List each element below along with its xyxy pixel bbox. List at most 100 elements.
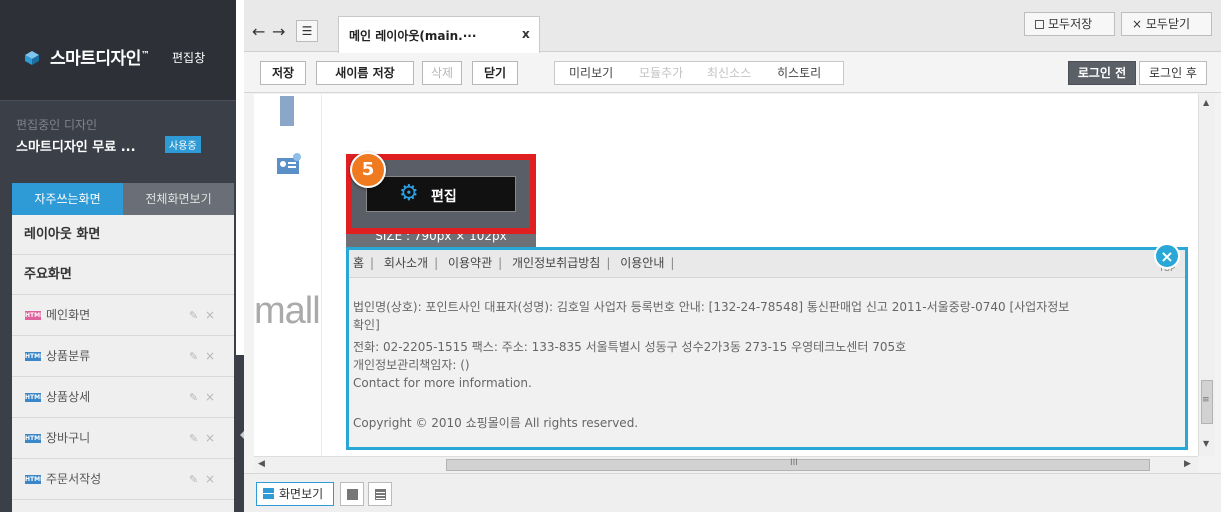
mall-logo-text: mall xyxy=(254,290,321,332)
save-all-button[interactable]: 모두저장 xyxy=(1024,12,1115,36)
html-page-icon: HTML xyxy=(25,352,44,361)
forward-arrow-icon[interactable]: → xyxy=(272,22,285,41)
close-icon[interactable]: × xyxy=(1154,243,1180,269)
footer-module-selected[interactable]: 홈| 회사소개| 이용약관| 개인정보취급방침| 이용안내| TOP 법인명(상… xyxy=(346,247,1188,450)
code-view-button[interactable] xyxy=(368,482,392,506)
sidebar-item-label: 메인화면 xyxy=(46,308,91,322)
edit-pencil-icon[interactable]: ✎ xyxy=(189,336,198,377)
split-view-icon xyxy=(347,489,358,500)
code-view-icon xyxy=(375,489,386,500)
latest-source-button[interactable]: 최신소스 xyxy=(707,62,751,84)
scroll-grip-icon: ≡ xyxy=(1202,395,1210,405)
sidebar-item-detail[interactable]: HTML 상품상세 ✎ × xyxy=(12,377,234,418)
id-card-icon xyxy=(277,153,301,174)
view-screen-button[interactable]: 화면보기 xyxy=(256,482,334,506)
editing-design-name: 스마트디자인 무료 ... xyxy=(16,140,136,155)
scroll-grip-icon: III xyxy=(790,458,798,468)
tab-list-icon[interactable]: ☰ xyxy=(296,20,318,42)
history-button[interactable]: 히스토리 xyxy=(777,62,821,84)
horizontal-scroll-thumb[interactable] xyxy=(446,459,1150,471)
footer-nav-links: 홈| 회사소개| 이용약관| 개인정보취급방침| 이용안내| TOP xyxy=(349,250,1185,278)
footer-link-privacy[interactable]: 개인정보취급방침 xyxy=(512,256,600,270)
footer-link-home[interactable]: 홈 xyxy=(353,256,364,270)
sidebar-item-label: 주문서작성 xyxy=(46,472,102,486)
editor-main: ← → ☰ 메인 레이아웃(main.··· x 모두저장 × 모두닫기 저장 … xyxy=(244,0,1221,512)
app-logo-text: 스마트디자인™ xyxy=(50,49,150,69)
horizontal-scrollbar[interactable]: ◀ III ▶ xyxy=(254,456,1198,473)
delete-icon[interactable]: × xyxy=(205,377,215,418)
editor-toolbar: 저장 새이름 저장 삭제 닫기 미리보기 모듈추가 최신소스 히스토리 로그인 … xyxy=(244,53,1221,93)
sidebar-item-label: 상품분류 xyxy=(46,349,91,363)
preview-left-strip: mall xyxy=(254,94,322,456)
html-page-icon: HTML xyxy=(25,311,44,320)
scroll-right-icon[interactable]: ▶ xyxy=(1184,459,1191,469)
main-screens-header[interactable]: 주요화면 xyxy=(12,255,234,295)
in-use-badge: 사용중 xyxy=(165,136,201,153)
html-page-icon: HTML xyxy=(25,393,44,402)
add-module-button[interactable]: 모듈추가 xyxy=(639,62,683,84)
tab-frequent-screens[interactable]: 자주쓰는화면 xyxy=(12,183,123,215)
edit-label: 편집 xyxy=(431,189,457,205)
footer-contact-note: Contact for more information. xyxy=(353,376,532,390)
sidebar: 스마트디자인™ 편집창 편집중인 디자인 스마트디자인 무료 ... 사용중 자… xyxy=(0,0,236,512)
footer-link-terms[interactable]: 이용약관 xyxy=(448,256,492,270)
scroll-down-icon[interactable]: ▼ xyxy=(1203,439,1209,448)
footer-privacy-officer: 개인정보관리책임자: () xyxy=(353,358,470,372)
footer-business-info: 법인명(상호): 포인트사인 대표자(성명): 김호일 사업자 등록번호 안내:… xyxy=(353,300,1070,314)
sidebar-item-cart[interactable]: HTML 장바구니 ✎ × xyxy=(12,418,234,459)
sidebar-item-main[interactable]: HTML 메인화면 ✎ × xyxy=(12,295,234,336)
close-button[interactable]: 닫기 xyxy=(472,61,518,85)
grid-view-icon xyxy=(263,488,274,499)
delete-icon[interactable]: × xyxy=(205,459,215,500)
scroll-left-icon[interactable]: ◀ xyxy=(258,459,265,469)
logged-in-view-button[interactable]: 로그인 후 xyxy=(1139,61,1207,85)
preview-button[interactable]: 미리보기 xyxy=(569,62,613,84)
step-number-badge: 5 xyxy=(350,152,386,188)
footer-copyright: Copyright © 2010 쇼핑몰이름 All rights reserv… xyxy=(353,416,639,430)
save-as-button[interactable]: 새이름 저장 xyxy=(316,61,414,85)
edit-pencil-icon[interactable]: ✎ xyxy=(189,459,198,500)
save-all-label: 모두저장 xyxy=(1048,17,1093,31)
sidebar-item-label: 상품상세 xyxy=(46,390,91,404)
save-button[interactable]: 저장 xyxy=(260,61,306,85)
design-canvas[interactable]: mall SIZE : 790px × 102px ⚙ 편집 5 홈 | 회사소개… xyxy=(254,94,1198,456)
tab-close-icon[interactable]: x xyxy=(522,27,530,41)
gear-icon: ⚙ xyxy=(399,181,419,206)
tab-all-screens[interactable]: 전체화면보기 xyxy=(123,183,234,215)
html-page-icon: HTML xyxy=(25,434,44,443)
sidebar-item-category[interactable]: HTML 상품분류 ✎ × xyxy=(12,336,234,377)
editing-design-label: 편집중인 디자인 xyxy=(16,118,98,132)
sidebar-tabs: 자주쓰는화면 전체화면보기 xyxy=(12,183,234,215)
save-icon xyxy=(1035,20,1044,29)
footer-contact-info: 전화: 02-2205-1515 팩스: 주소: 133-835 서울특별시 성… xyxy=(353,340,907,354)
edit-pencil-icon[interactable]: ✎ xyxy=(189,295,198,336)
logged-out-view-button[interactable]: 로그인 전 xyxy=(1068,61,1136,85)
vertical-scrollbar[interactable]: ▲ ≡ ▼ xyxy=(1198,94,1215,456)
delete-button[interactable]: 삭제 xyxy=(422,61,462,85)
tab-bar: ← → ☰ 메인 레이아웃(main.··· x 모두저장 × 모두닫기 xyxy=(244,0,1221,53)
html-page-icon: HTML xyxy=(25,475,44,484)
screen-list: 레이아웃 화면 주요화면 HTML 메인화면 ✎ × HTML 상품분류 ✎ ×… xyxy=(12,215,234,512)
back-arrow-icon[interactable]: ← xyxy=(252,22,265,41)
footer-link-guide[interactable]: 이용안내 xyxy=(620,256,664,270)
delete-icon[interactable]: × xyxy=(205,336,215,377)
delete-icon[interactable]: × xyxy=(205,418,215,459)
layout-screen-header[interactable]: 레이아웃 화면 xyxy=(12,215,234,255)
scroll-up-icon[interactable]: ▲ xyxy=(1203,98,1209,107)
close-all-button[interactable]: × 모두닫기 xyxy=(1121,12,1212,36)
footer-business-info-cont: 확인] xyxy=(353,318,380,332)
sidebar-item-label: 장바구니 xyxy=(46,431,91,445)
edit-module-button[interactable]: ⚙ 편집 xyxy=(366,176,516,212)
cube-logo-icon xyxy=(25,51,39,65)
delete-icon[interactable]: × xyxy=(205,295,215,336)
tab-main-layout[interactable]: 메인 레이아웃(main.··· x xyxy=(338,16,540,53)
tool-button-group: 미리보기 모듈추가 최신소스 히스토리 xyxy=(554,61,844,85)
edit-pencil-icon[interactable]: ✎ xyxy=(189,418,198,459)
split-view-button[interactable] xyxy=(340,482,364,506)
sidebar-item-order[interactable]: HTML 주문서작성 ✎ × xyxy=(12,459,234,500)
edit-pencil-icon[interactable]: ✎ xyxy=(189,377,198,418)
app-logo-subtitle: 편집창 xyxy=(172,51,206,65)
footer-link-company[interactable]: 회사소개 xyxy=(384,256,428,270)
tab-label: 메인 레이아웃(main.··· xyxy=(349,29,477,43)
view-mode-bar: 화면보기 xyxy=(244,473,1221,512)
